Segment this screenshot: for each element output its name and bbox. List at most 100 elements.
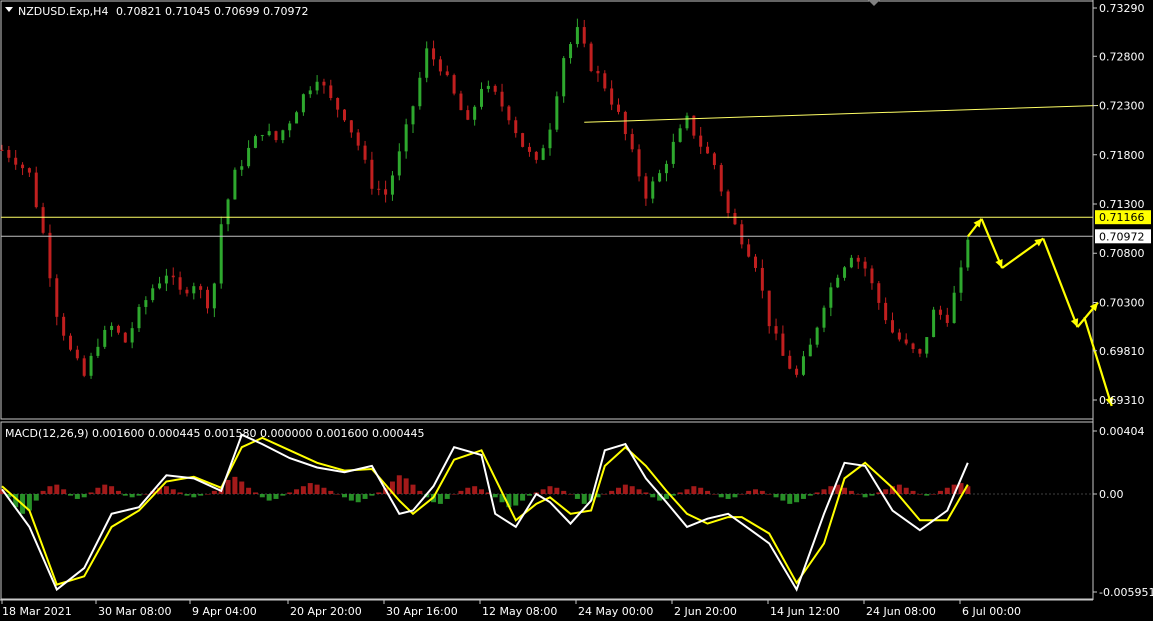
macd-histogram-bar xyxy=(848,490,854,494)
candle xyxy=(123,331,127,343)
macd-histogram-bar xyxy=(821,489,827,494)
candle-body xyxy=(938,309,942,315)
candle-body xyxy=(658,173,662,182)
candle-body xyxy=(69,335,72,350)
macd-histogram-bar xyxy=(129,494,135,498)
macd-histogram-bar xyxy=(787,494,793,504)
macd-histogram-bar xyxy=(88,492,94,494)
macd-histogram-bar xyxy=(410,484,416,494)
macd-histogram-bar xyxy=(581,494,587,504)
candle xyxy=(966,237,970,271)
candle-body xyxy=(459,93,463,111)
candle-body xyxy=(295,112,299,124)
candle xyxy=(89,352,93,379)
macd-histogram-bar xyxy=(773,494,779,498)
macd-histogram-bar xyxy=(663,494,669,499)
macd-histogram-bar xyxy=(753,489,758,494)
price-axis-label: 0.71800 xyxy=(1099,149,1145,162)
macd-histogram-bar xyxy=(33,494,39,501)
price-axis: 0.73290 0.72800 0.72300 0.71800 0.71300 0.708… xyxy=(1093,2,1145,407)
macd-histogram-bar xyxy=(61,489,67,494)
candle-body xyxy=(760,267,764,291)
candle-body xyxy=(452,75,456,94)
price-axis-label: 0.71300 xyxy=(1099,198,1145,211)
candle-body xyxy=(815,327,819,345)
macd-histogram-bar xyxy=(917,494,923,495)
candle-body xyxy=(233,169,237,200)
macd-histogram-bar xyxy=(273,494,279,499)
candle-body xyxy=(274,131,278,141)
candle-body xyxy=(836,277,840,288)
macd-histogram-bar xyxy=(109,486,115,494)
candle xyxy=(295,110,299,124)
candle-body xyxy=(411,106,415,125)
candle-body xyxy=(596,71,600,74)
candle-body xyxy=(507,106,511,121)
candle-body xyxy=(959,267,963,293)
macd-histogram-bar xyxy=(732,494,738,498)
candle-body xyxy=(185,289,189,294)
candle-body xyxy=(384,189,388,195)
time-axis-label: 2 Jun 20:00 xyxy=(674,605,737,618)
candle xyxy=(233,167,237,200)
time-axis-label: 9 Apr 04:00 xyxy=(192,605,257,618)
macd-histogram-bar xyxy=(540,489,546,494)
candle-body xyxy=(253,136,257,148)
candle-body xyxy=(904,339,908,344)
macd-histogram-bar xyxy=(451,494,457,495)
candle-body xyxy=(555,96,559,130)
macd-histogram-bar xyxy=(684,489,690,494)
candle-body xyxy=(603,73,607,89)
candle-body xyxy=(719,165,723,192)
candle xyxy=(719,162,723,197)
candle-body xyxy=(281,130,285,141)
macd-histogram-bar xyxy=(554,487,560,494)
candle-body xyxy=(322,81,326,86)
macd-histogram-bar xyxy=(184,494,190,496)
chart-stage: 0.71166 0.70972 0.73290 0.72800 0.72300 0.71… xyxy=(0,0,1153,621)
macd-histogram-bar xyxy=(225,479,231,494)
macd-histogram-bar xyxy=(924,494,930,496)
candle-body xyxy=(966,239,970,268)
candle-body xyxy=(925,337,929,354)
candle xyxy=(555,91,559,133)
macd-histogram-bar xyxy=(115,490,121,494)
macd-histogram-bar xyxy=(403,478,409,494)
macd-histogram-bar xyxy=(232,476,238,494)
macd-histogram-bar xyxy=(300,486,306,494)
macd-histogram-bar xyxy=(616,487,621,494)
macd-histogram-bar xyxy=(814,492,820,494)
price-axis-label: 0.72300 xyxy=(1099,100,1145,113)
candle-body xyxy=(62,316,66,336)
candle xyxy=(637,144,641,182)
candle-body xyxy=(740,224,744,245)
candle-body xyxy=(404,124,408,152)
candle xyxy=(603,70,607,92)
macd-histogram-bar xyxy=(479,489,484,494)
candle-body xyxy=(575,27,579,45)
candle-body xyxy=(493,85,497,92)
candle-body xyxy=(699,135,703,147)
macd-histogram-bar xyxy=(239,481,245,494)
macd-histogram-bar xyxy=(759,490,765,494)
candle xyxy=(452,73,456,96)
macd-histogram-bar xyxy=(342,494,347,498)
candle-body xyxy=(706,146,710,154)
candle-body xyxy=(144,300,148,307)
macd-histogram-bar xyxy=(937,490,943,494)
candle-body xyxy=(480,88,483,107)
macd-histogram-bar xyxy=(780,494,786,501)
candle-body xyxy=(891,320,894,333)
candle-body xyxy=(370,159,374,189)
macd-histogram-bar xyxy=(636,489,642,494)
macd-histogram-bar xyxy=(259,494,265,498)
macd-histogram-bar xyxy=(335,494,341,495)
macd-histogram-bar xyxy=(746,490,752,494)
candle-body xyxy=(27,168,31,173)
candle-body xyxy=(856,257,860,262)
macd-histogram-bar xyxy=(287,492,293,494)
candle-body xyxy=(34,172,38,208)
macd-histogram-bar xyxy=(417,490,423,494)
candle-body xyxy=(849,257,853,268)
macd-histogram-bar xyxy=(280,494,286,496)
